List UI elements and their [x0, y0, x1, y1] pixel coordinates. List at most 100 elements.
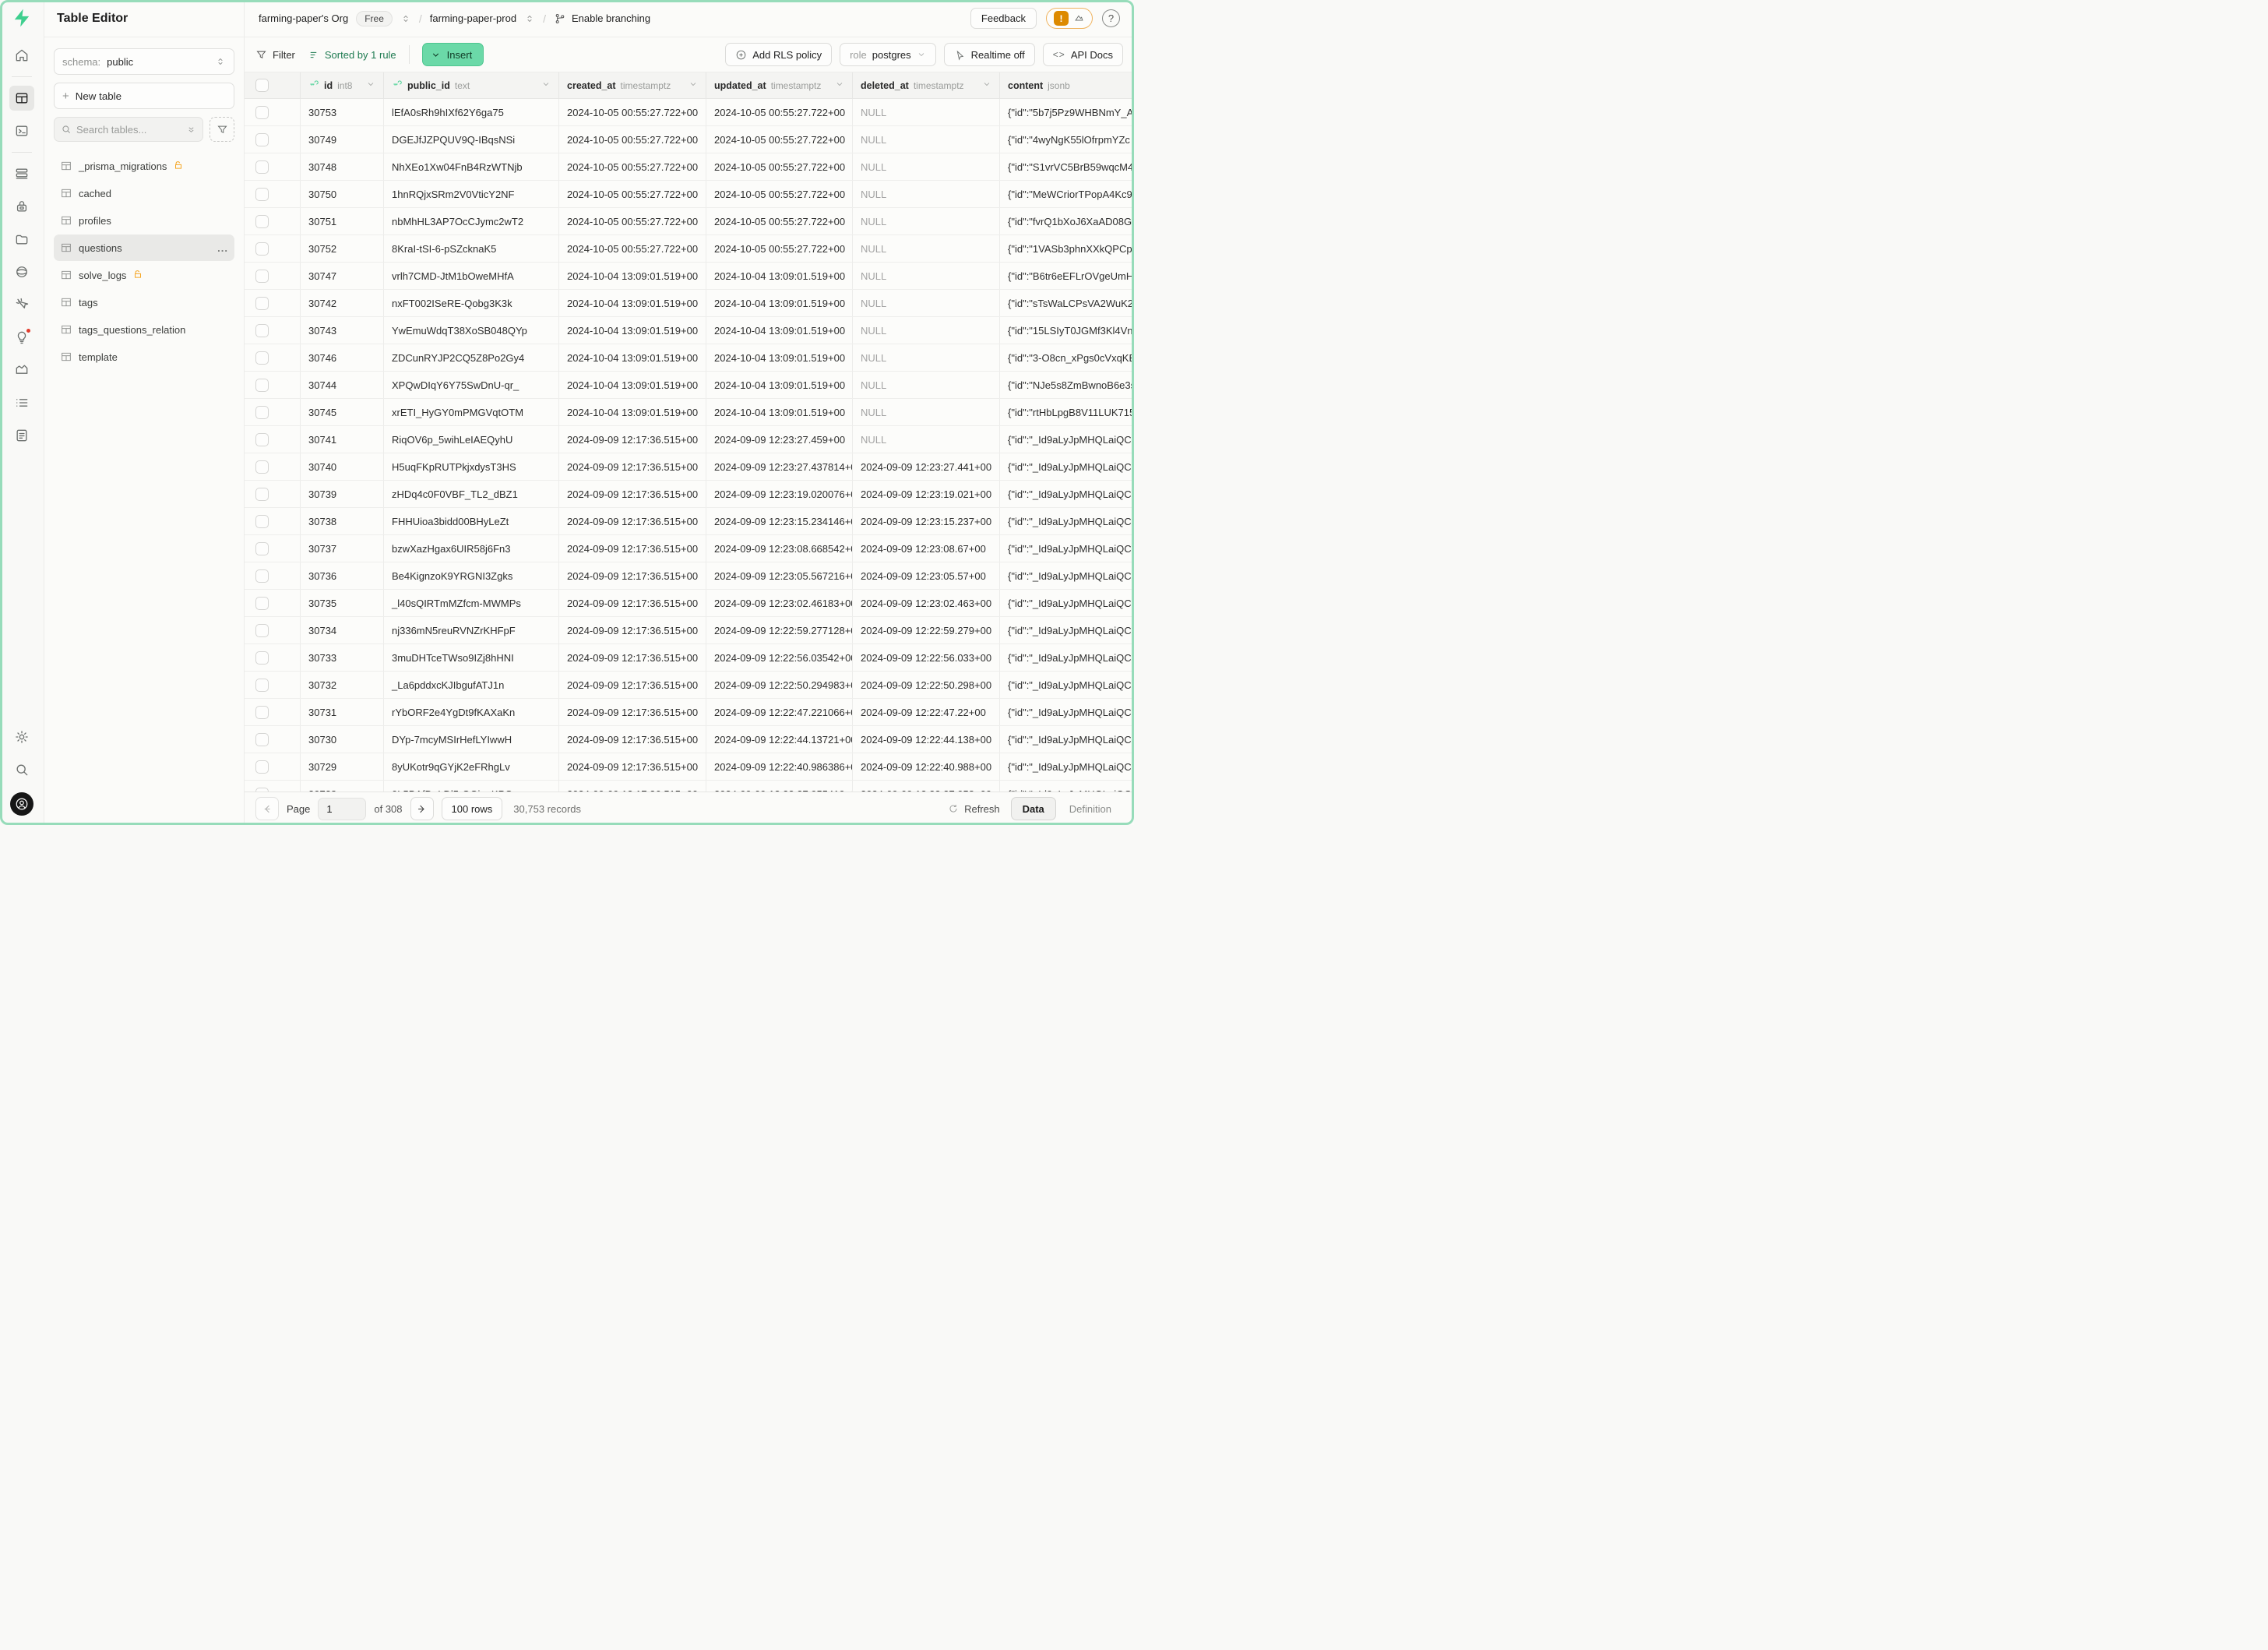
cell-public_id[interactable]: nxFT002ISeRE-Qobg3K3k: [384, 290, 559, 316]
rows-per-page-button[interactable]: 100 rows: [442, 797, 503, 820]
cell-content[interactable]: {"id":"1VASb3phnXXkQPCpv: [1000, 235, 1134, 262]
row-checkbox[interactable]: [255, 270, 269, 283]
cell-deleted_at[interactable]: NULL: [853, 153, 1000, 180]
cell-content[interactable]: {"id":"4wyNgK55lOfrpmYZc: [1000, 126, 1134, 153]
cell-created_at[interactable]: 2024-09-09 12:17:36.515+00: [559, 699, 706, 725]
sidebar-table-item-cached[interactable]: cached: [54, 180, 234, 206]
cell-content[interactable]: {"id":"_Id9aLyJpMHQLaiQC: [1000, 453, 1134, 480]
cell-id[interactable]: 30748: [301, 153, 384, 180]
cell-id[interactable]: 30749: [301, 126, 384, 153]
cell-id[interactable]: 30744: [301, 372, 384, 398]
cell-updated_at[interactable]: 2024-10-05 00:55:27.722+00: [706, 153, 853, 180]
cell-content[interactable]: {"id":"MeWCriorTPopA4Kc9: [1000, 181, 1134, 207]
row-checkbox[interactable]: [255, 569, 269, 583]
role-select[interactable]: role postgres: [840, 43, 936, 66]
cell-updated_at[interactable]: 2024-10-05 00:55:27.722+00: [706, 235, 853, 262]
cell-deleted_at[interactable]: NULL: [853, 208, 1000, 234]
cell-deleted_at[interactable]: 2024-09-09 12:22:59.279+00: [853, 617, 1000, 643]
cell-content[interactable]: {"id":"B6tr6eEFLrOVgeUmH: [1000, 263, 1134, 289]
help-icon[interactable]: ?: [1102, 9, 1120, 27]
cell-id[interactable]: 30738: [301, 508, 384, 534]
new-table-button[interactable]: + New table: [54, 83, 234, 109]
cell-deleted_at[interactable]: 2024-09-09 12:22:50.298+00: [853, 672, 1000, 698]
cell-created_at[interactable]: 2024-09-09 12:17:36.515+00: [559, 535, 706, 562]
row-checkbox[interactable]: [255, 433, 269, 446]
cell-public_id[interactable]: XPQwDIqY6Y75SwDnU-qr_: [384, 372, 559, 398]
cell-updated_at[interactable]: 2024-10-04 13:09:01.519+00: [706, 344, 853, 371]
chevron-up-down-icon[interactable]: [524, 13, 535, 24]
cell-updated_at[interactable]: 2024-09-09 12:23:15.234146+00: [706, 508, 853, 534]
cell-created_at[interactable]: 2024-10-04 13:09:01.519+00: [559, 263, 706, 289]
cell-id[interactable]: 30728: [301, 781, 384, 792]
search-tables-box[interactable]: [54, 117, 203, 142]
cell-public_id[interactable]: H5uqFKpRUTPkjxdysT3HS: [384, 453, 559, 480]
column-header-deleted_at[interactable]: deleted_attimestamptz: [853, 72, 1000, 98]
logs-icon[interactable]: [9, 390, 34, 415]
cell-public_id[interactable]: 0L5BAfDaLDl5rQOiqeKPO: [384, 781, 559, 792]
cell-created_at[interactable]: 2024-10-05 00:55:27.722+00: [559, 235, 706, 262]
user-avatar[interactable]: [10, 792, 33, 816]
cell-content[interactable]: {"id":"_Id9aLyJpMHQLaiQC: [1000, 781, 1134, 792]
cell-updated_at[interactable]: 2024-09-09 12:23:05.567216+00: [706, 562, 853, 589]
row-checkbox[interactable]: [255, 351, 269, 365]
column-header-id[interactable]: idint8: [301, 72, 384, 98]
cell-id[interactable]: 30735: [301, 590, 384, 616]
cell-content[interactable]: {"id":"NJe5s8ZmBwnoB6e3s: [1000, 372, 1134, 398]
cell-created_at[interactable]: 2024-10-05 00:55:27.722+00: [559, 181, 706, 207]
cell-deleted_at[interactable]: NULL: [853, 426, 1000, 453]
cell-id[interactable]: 30751: [301, 208, 384, 234]
edge-functions-icon[interactable]: [9, 259, 34, 284]
cell-deleted_at[interactable]: 2024-09-09 12:22:40.988+00: [853, 753, 1000, 780]
cell-created_at[interactable]: 2024-09-09 12:17:36.515+00: [559, 672, 706, 698]
cell-deleted_at[interactable]: NULL: [853, 181, 1000, 207]
column-header-created_at[interactable]: created_attimestamptz: [559, 72, 706, 98]
column-header-public_id[interactable]: public_idtext: [384, 72, 559, 98]
cell-deleted_at[interactable]: NULL: [853, 317, 1000, 344]
cell-created_at[interactable]: 2024-10-05 00:55:27.722+00: [559, 99, 706, 125]
cell-content[interactable]: {"id":"_Id9aLyJpMHQLaiQC: [1000, 590, 1134, 616]
settings-gear-icon[interactable]: [9, 725, 34, 749]
insert-button[interactable]: Insert: [422, 43, 484, 66]
sidebar-table-item-tags[interactable]: tags: [54, 289, 234, 316]
cell-updated_at[interactable]: 2024-09-09 12:22:37.955419+00: [706, 781, 853, 792]
notifications-button[interactable]: !: [1046, 8, 1093, 29]
cell-updated_at[interactable]: 2024-10-04 13:09:01.519+00: [706, 399, 853, 425]
sidebar-table-item-questions[interactable]: questions...: [54, 234, 234, 261]
cell-public_id[interactable]: nbMhHL3AP7OcCJymc2wT2: [384, 208, 559, 234]
cell-created_at[interactable]: 2024-09-09 12:17:36.515+00: [559, 453, 706, 480]
chevron-up-down-icon[interactable]: [400, 13, 411, 24]
cell-id[interactable]: 30747: [301, 263, 384, 289]
cell-created_at[interactable]: 2024-09-09 12:17:36.515+00: [559, 562, 706, 589]
cell-content[interactable]: {"id":"_Id9aLyJpMHQLaiQC: [1000, 562, 1134, 589]
cell-content[interactable]: {"id":"_Id9aLyJpMHQLaiQC: [1000, 644, 1134, 671]
row-checkbox[interactable]: [255, 133, 269, 146]
page-number-input[interactable]: [318, 798, 366, 820]
chevron-down-icon[interactable]: [982, 79, 991, 91]
cell-id[interactable]: 30750: [301, 181, 384, 207]
cell-deleted_at[interactable]: 2024-09-09 12:22:47.22+00: [853, 699, 1000, 725]
data-view-button[interactable]: Data: [1011, 797, 1056, 820]
column-header-content[interactable]: contentjsonb: [1000, 72, 1134, 98]
breadcrumb-org[interactable]: farming-paper's Org: [259, 12, 348, 24]
cell-public_id[interactable]: nj336mN5reuRVNZrKHFpF: [384, 617, 559, 643]
cell-deleted_at[interactable]: NULL: [853, 290, 1000, 316]
cell-updated_at[interactable]: 2024-10-05 00:55:27.722+00: [706, 208, 853, 234]
cell-id[interactable]: 30745: [301, 399, 384, 425]
cell-created_at[interactable]: 2024-09-09 12:17:36.515+00: [559, 644, 706, 671]
sql-editor-icon[interactable]: [9, 118, 34, 143]
cell-content[interactable]: {"id":"S1vrVC5BrB59wqcM4: [1000, 153, 1134, 180]
cell-public_id[interactable]: rYbORF2e4YgDt9fKAXaKn: [384, 699, 559, 725]
row-checkbox[interactable]: [255, 406, 269, 419]
realtime-icon[interactable]: [9, 292, 34, 317]
row-checkbox[interactable]: [255, 679, 269, 692]
cell-updated_at[interactable]: 2024-09-09 12:23:27.437814+00: [706, 453, 853, 480]
cell-public_id[interactable]: xrETI_HyGY0mPMGVqtOTM: [384, 399, 559, 425]
cell-public_id[interactable]: lEfA0sRh9hIXf62Y6ga75: [384, 99, 559, 125]
cell-content[interactable]: {"id":"_Id9aLyJpMHQLaiQC: [1000, 753, 1134, 780]
cell-created_at[interactable]: 2024-10-05 00:55:27.722+00: [559, 208, 706, 234]
cell-content[interactable]: {"id":"_Id9aLyJpMHQLaiQC: [1000, 617, 1134, 643]
cell-id[interactable]: 30736: [301, 562, 384, 589]
advisors-icon[interactable]: [9, 325, 34, 350]
plan-badge[interactable]: Free: [356, 11, 393, 26]
cell-deleted_at[interactable]: NULL: [853, 235, 1000, 262]
